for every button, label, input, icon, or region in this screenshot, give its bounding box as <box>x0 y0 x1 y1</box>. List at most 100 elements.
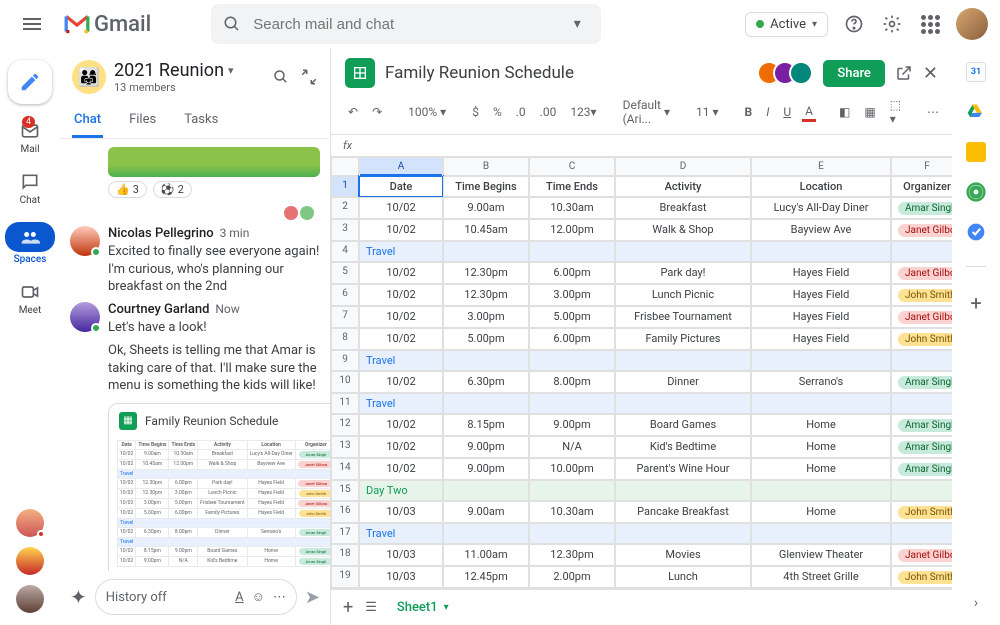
borders-icon[interactable]: ▦ <box>861 103 878 121</box>
redo-icon[interactable]: ↷ <box>369 103 385 121</box>
plus-icon[interactable]: ✦ <box>70 585 87 609</box>
contacts-icon[interactable] <box>966 182 986 202</box>
sheet-tab[interactable]: Sheet1▾ <box>389 596 457 619</box>
space-title[interactable]: 2021 Reunion▾ <box>114 60 234 81</box>
decimal-inc-icon[interactable]: .00 <box>537 103 560 121</box>
formula-bar[interactable]: fx <box>331 135 952 157</box>
mail-badge: 4 <box>22 116 35 128</box>
chat-head-3[interactable] <box>16 585 44 613</box>
input-placeholder: History off <box>106 590 167 605</box>
open-external-icon[interactable] <box>895 64 913 82</box>
sheets-icon: ▦ <box>119 412 137 430</box>
currency-icon[interactable]: $ <box>469 103 482 121</box>
merge-icon[interactable]: ⬚ ▾ <box>887 96 904 128</box>
user-avatar[interactable] <box>70 226 100 256</box>
message-text: Ok, Sheets is telling me that Amar is ta… <box>108 342 330 395</box>
message-text: Excited to finally see everyone again! I… <box>108 243 320 296</box>
nav-spaces-label: Spaces <box>14 254 47 265</box>
app-header: Gmail ▾ Active ▾ <box>0 0 1000 48</box>
user-avatar[interactable] <box>70 302 100 332</box>
close-icon[interactable]: ✕ <box>923 63 938 84</box>
nav-mail-label: Mail <box>20 144 39 155</box>
search-bar[interactable]: ▾ <box>211 4 601 44</box>
share-button[interactable]: Share <box>823 60 885 87</box>
right-side-panel: 31 + › <box>952 48 1000 625</box>
reaction[interactable]: ⚽2 <box>153 181 192 198</box>
compose-button[interactable] <box>8 60 52 104</box>
calendar-icon[interactable]: 31 <box>966 62 986 82</box>
left-nav-rail: 4 Mail Chat Spaces Meet <box>0 48 60 625</box>
font-size-select[interactable]: 11 ▾ <box>693 103 722 121</box>
underline-icon[interactable]: U <box>780 103 794 121</box>
nav-spaces[interactable]: Spaces <box>5 222 55 265</box>
search-icon <box>223 15 241 33</box>
percent-icon[interactable]: % <box>490 103 505 121</box>
spreadsheet-grid[interactable]: ABCDEFG1DateTime BeginsTime EndsActivity… <box>331 157 952 589</box>
chat-panel: 👨‍👩‍👧 2021 Reunion▾ 13 members Chat File… <box>60 48 330 625</box>
reaction[interactable]: 👍3 <box>108 181 147 198</box>
shared-image[interactable] <box>108 147 320 177</box>
settings-icon[interactable] <box>880 12 904 36</box>
toolbar-more-icon[interactable]: ⋯ <box>924 103 942 121</box>
more-icon[interactable]: ⋯ <box>273 590 286 605</box>
format-icon[interactable]: A <box>235 590 243 605</box>
emoji-icon[interactable]: ☺ <box>252 589 265 605</box>
collapse-icon[interactable] <box>300 68 318 86</box>
chevron-down-icon: ▾ <box>812 19 817 30</box>
font-select[interactable]: Default (Ari... ▾ <box>620 96 673 128</box>
chat-head-2[interactable] <box>16 547 44 575</box>
sheet-tabs-bar: + ☰ Sheet1▾ <box>331 589 952 625</box>
decimal-dec-icon[interactable]: .0 <box>513 103 529 121</box>
apps-icon[interactable] <box>918 12 942 36</box>
space-avatar[interactable]: 👨‍👩‍👧 <box>72 60 106 94</box>
sheets-app-icon <box>345 58 375 88</box>
tab-tasks[interactable]: Tasks <box>182 104 220 138</box>
main-menu-button[interactable] <box>12 4 52 44</box>
chat-input[interactable]: History off A ☺ ⋯ <box>95 579 297 615</box>
hide-panel-icon[interactable]: › <box>974 595 978 625</box>
tab-chat[interactable]: Chat <box>72 104 103 138</box>
space-header: 👨‍👩‍👧 2021 Reunion▾ 13 members <box>60 54 330 98</box>
space-search-icon[interactable] <box>272 68 290 86</box>
embedded-sheet: Family Reunion Schedule Share ✕ ↶ ↷ 100%… <box>330 48 952 625</box>
sheet-title[interactable]: Family Reunion Schedule <box>385 63 574 83</box>
all-sheets-icon[interactable]: ☰ <box>365 600 377 615</box>
tab-files[interactable]: Files <box>127 104 158 138</box>
tasks-icon[interactable] <box>966 222 986 242</box>
nav-chat-label: Chat <box>20 195 41 206</box>
nav-meet-label: Meet <box>19 305 42 316</box>
status-label: Active <box>770 17 806 32</box>
fill-color-icon[interactable]: ◧ <box>836 103 853 121</box>
sheet-preview-card[interactable]: ▦ Family Reunion Schedule DateTime Begin… <box>108 403 330 571</box>
sheet-thumbnail: DateTime BeginsTime EndsActivityLocation… <box>109 438 330 571</box>
gmail-logo[interactable]: Gmail <box>64 12 151 37</box>
drive-icon[interactable] <box>966 102 986 122</box>
zoom-select[interactable]: 100% ▾ <box>405 103 449 121</box>
card-title: Family Reunion Schedule <box>145 414 278 428</box>
chat-messages: 👍3 ⚽2 Nicolas Pellegrino 3 min Excited t… <box>60 139 330 571</box>
add-panel-icon[interactable]: + <box>970 291 981 315</box>
help-icon[interactable] <box>842 12 866 36</box>
status-badge[interactable]: Active ▾ <box>745 12 828 37</box>
search-input[interactable] <box>253 16 565 33</box>
search-options-icon[interactable]: ▾ <box>565 16 589 32</box>
nav-mail[interactable]: 4 Mail <box>19 120 41 155</box>
keep-icon[interactable] <box>966 142 986 162</box>
collaborators[interactable] <box>765 61 813 85</box>
status-dot-icon <box>756 20 764 28</box>
space-subtitle: 13 members <box>114 81 234 94</box>
bold-icon[interactable]: B <box>742 103 756 121</box>
message-text: Let's have a look! <box>108 319 330 337</box>
italic-icon[interactable]: I <box>763 103 772 121</box>
nav-meet[interactable]: Meet <box>19 281 42 316</box>
sheet-toolbar: ↶ ↷ 100% ▾ $ % .0 .00 123▾ Default (Ari.… <box>331 94 952 135</box>
chat-head-1[interactable] <box>16 509 44 537</box>
account-avatar[interactable] <box>956 8 988 40</box>
text-color-icon[interactable]: A <box>802 103 816 122</box>
send-icon[interactable]: ➤ <box>305 587 320 608</box>
app-name: Gmail <box>94 12 151 37</box>
nav-chat[interactable]: Chat <box>19 171 41 206</box>
format-menu[interactable]: 123▾ <box>567 103 599 121</box>
undo-icon[interactable]: ↶ <box>345 103 361 121</box>
add-sheet-icon[interactable]: + <box>343 597 353 618</box>
